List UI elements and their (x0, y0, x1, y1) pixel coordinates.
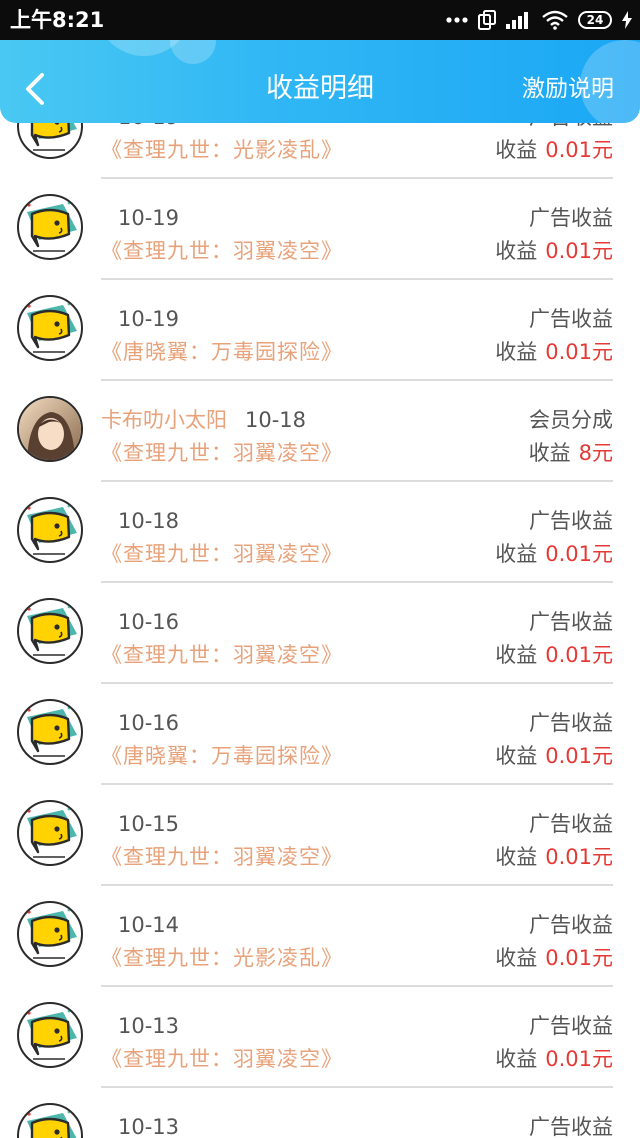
income-type: 广告收益 (529, 509, 613, 533)
book-title: 《查理九世：羽翼凌空》 (101, 542, 343, 566)
income-label: 收益 (495, 542, 538, 566)
mascot-avatar-icon (17, 699, 83, 765)
battery-icon: 24 (578, 11, 612, 29)
book-title: 《查理九世：光影凌乱》 (101, 946, 343, 970)
income-label: 收益 (495, 340, 538, 364)
amount-value: 8元 (578, 441, 613, 465)
list-item[interactable]: 10-19 广告收益《查理九世：羽翼凌空》 收益 0.01元 (0, 179, 640, 280)
income-list[interactable]: 10-19广告收益《查理九世：光影凌乱》收益0.01元10-19广告收益《查理九… (0, 0, 640, 1138)
item-date: 10-19 (118, 206, 180, 230)
income-amount: 收益 0.01元 (495, 234, 613, 268)
list-item[interactable]: 10-15 广告收益《查理九世：羽翼凌空》 收益 0.01元 (0, 785, 640, 886)
list-item[interactable]: 卡布叻小太阳 10-18 会员分成《查理九世：羽翼凌空》 收益 8元 (0, 381, 640, 482)
amount-value: 0.01元 (545, 340, 613, 364)
item-date: 10-14 (118, 913, 180, 937)
item-date: 10-18 (245, 408, 307, 432)
book-title: 《查理九世：光影凌乱》 (101, 138, 343, 162)
more-dots-icon (446, 17, 468, 23)
list-item[interactable]: 10-14 广告收益《查理九世：光影凌乱》 收益 0.01元 (0, 886, 640, 987)
book-title: 《查理九世：羽翼凌空》 (101, 845, 343, 869)
item-date: 10-16 (118, 711, 180, 735)
mascot-avatar-icon (17, 598, 83, 664)
income-amount: 收益 0.01元 (495, 739, 613, 773)
charging-bolt-icon (622, 11, 632, 29)
mascot-avatar-icon (17, 1002, 83, 1068)
income-type: 广告收益 (529, 1115, 613, 1138)
amount-value: 0.01元 (545, 1047, 613, 1071)
amount-value: 0.01元 (545, 239, 613, 263)
screen-rotate-icon (478, 10, 496, 30)
amount-value: 0.01元 (545, 744, 613, 768)
nickname: 卡布叻小太阳 (101, 408, 227, 432)
income-amount: 收益 0.01元 (495, 335, 613, 369)
item-date: 10-16 (118, 610, 180, 634)
list-item[interactable]: 10-18 广告收益《查理九世：羽翼凌空》 收益 0.01元 (0, 482, 640, 583)
amount-value: 0.01元 (545, 845, 613, 869)
incentive-info-link[interactable]: 激励说明 (522, 72, 614, 106)
battery-level: 24 (586, 13, 604, 27)
list-item[interactable]: 10-16 广告收益《查理九世：羽翼凌空》 收益 0.01元 (0, 583, 640, 684)
header-bar: 上午8:21 24 收益明细 激励说明 (0, 0, 640, 123)
income-label: 收益 (495, 1047, 538, 1071)
book-title: 《查理九世：羽翼凌空》 (101, 1047, 343, 1071)
status-bar: 上午8:21 24 (0, 0, 640, 40)
amount-value: 0.01元 (545, 643, 613, 667)
income-type: 广告收益 (529, 913, 613, 937)
income-type: 广告收益 (529, 812, 613, 836)
income-type: 广告收益 (529, 610, 613, 634)
amount-value: 0.01元 (545, 138, 613, 162)
amount-value: 0.01元 (545, 542, 613, 566)
income-label: 收益 (528, 441, 571, 465)
mascot-avatar-icon (17, 295, 83, 361)
income-label: 收益 (495, 239, 538, 263)
income-type: 广告收益 (529, 307, 613, 331)
mascot-avatar-icon (17, 901, 83, 967)
mascot-avatar-icon (17, 1103, 83, 1138)
item-date: 10-19 (118, 307, 180, 331)
income-amount: 收益 0.01元 (495, 537, 613, 571)
list-item[interactable]: 10-13 广告收益 (0, 1088, 640, 1138)
income-amount: 收益 0.01元 (495, 840, 613, 874)
wifi-icon (542, 10, 568, 30)
list-item[interactable]: 10-16 广告收益《唐晓翼：万毒园探险》 收益 0.01元 (0, 684, 640, 785)
item-date: 10-18 (118, 509, 180, 533)
book-title: 《查理九世：羽翼凌空》 (101, 441, 343, 465)
income-amount: 收益 0.01元 (495, 1042, 613, 1076)
item-date: 10-13 (118, 1115, 180, 1138)
income-label: 收益 (495, 946, 538, 970)
income-amount: 收益 8元 (529, 436, 613, 470)
mascot-avatar-icon (17, 800, 83, 866)
income-type: 广告收益 (529, 1014, 613, 1038)
mascot-avatar-icon (17, 194, 83, 260)
income-label: 收益 (495, 845, 538, 869)
status-time: 上午8:21 (10, 8, 105, 32)
income-label: 收益 (495, 138, 538, 162)
book-title: 《查理九世：羽翼凌空》 (101, 643, 343, 667)
book-title: 《查理九世：羽翼凌空》 (101, 239, 343, 263)
income-amount: 收益 0.01元 (495, 133, 613, 167)
book-title: 《唐晓翼：万毒园探险》 (101, 744, 343, 768)
income-label: 收益 (495, 643, 538, 667)
income-label: 收益 (495, 744, 538, 768)
book-title: 《唐晓翼：万毒园探险》 (101, 340, 343, 364)
income-type: 广告收益 (529, 206, 613, 230)
income-amount: 收益 0.01元 (495, 941, 613, 975)
list-item[interactable]: 10-19 广告收益《唐晓翼：万毒园探险》 收益 0.01元 (0, 280, 640, 381)
income-amount: 收益 0.01元 (495, 638, 613, 672)
item-date: 10-15 (118, 812, 180, 836)
signal-icon (506, 12, 528, 29)
list-item[interactable]: 10-13 广告收益《查理九世：羽翼凌空》 收益 0.01元 (0, 987, 640, 1088)
mascot-avatar-icon (17, 497, 83, 563)
amount-value: 0.01元 (545, 946, 613, 970)
item-date: 10-13 (118, 1014, 180, 1038)
income-type: 广告收益 (529, 711, 613, 735)
income-type: 会员分成 (529, 408, 613, 432)
user-avatar (17, 396, 83, 462)
